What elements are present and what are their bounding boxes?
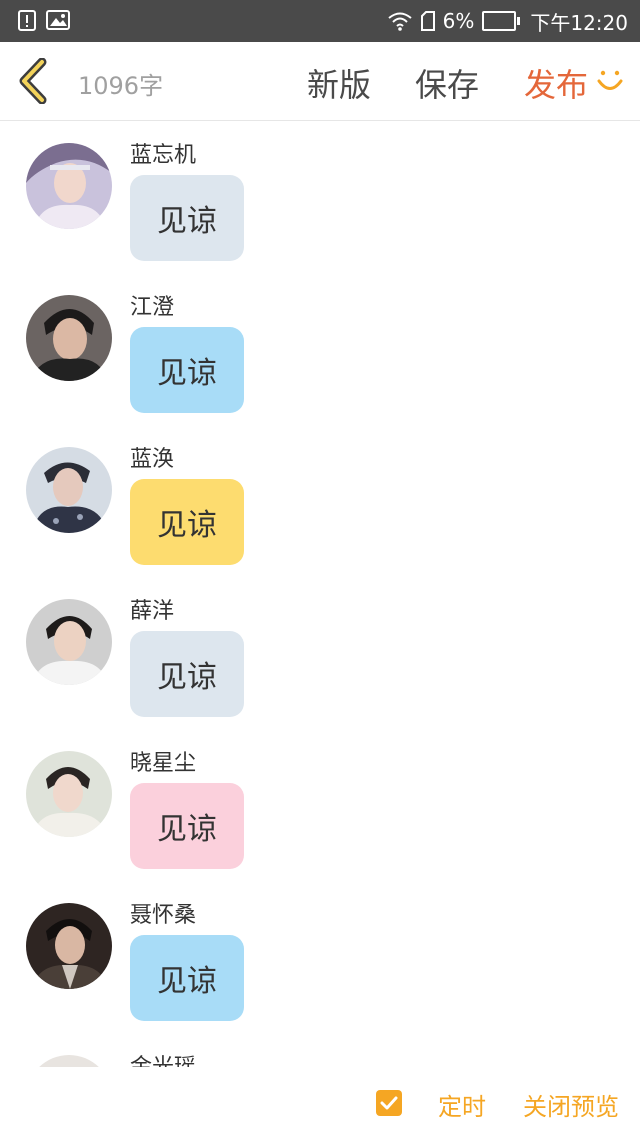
character-name: 蓝忘机 <box>130 143 197 168</box>
avatar <box>26 447 112 533</box>
chat-message: 晓星尘 见谅 <box>0 729 640 881</box>
editor-header: 1096字 新版 保存 发布 <box>0 42 640 121</box>
character-name: 金光瑶 <box>130 1049 196 1067</box>
message-bubble: 见谅 <box>130 783 244 869</box>
wifi-icon <box>387 12 412 31</box>
message-text: 见谅 <box>157 964 217 999</box>
message-bubble: 见谅 <box>130 479 244 565</box>
chat-message: 薛洋 见谅 <box>0 577 640 729</box>
word-count: 1096字 <box>78 72 164 100</box>
sim-card-icon <box>420 11 435 31</box>
character-name: 薛洋 <box>130 599 175 624</box>
clock: 下午12:20 <box>530 10 628 35</box>
back-button[interactable] <box>16 57 52 105</box>
battery-icon <box>482 11 521 31</box>
avatar <box>26 143 112 229</box>
status-bar: 6% 下午12:20 <box>0 0 640 42</box>
chat-message: 蓝涣 见谅 <box>0 425 640 577</box>
message-text: 见谅 <box>157 356 217 391</box>
publish-button[interactable]: 发布 <box>524 60 588 106</box>
message-bubble: 见谅 <box>130 631 244 717</box>
message-text: 见谅 <box>157 204 217 239</box>
timer-button[interactable]: 定时 <box>438 1087 486 1122</box>
message-text: 见谅 <box>157 660 217 695</box>
timer-checkbox[interactable] <box>376 1090 402 1116</box>
smile-icon[interactable] <box>596 68 624 96</box>
bottom-toolbar: 定时 关闭预览 <box>0 1067 640 1138</box>
image-icon <box>46 10 70 30</box>
avatar <box>26 295 112 381</box>
chevron-left-icon <box>19 57 47 105</box>
alert-icon <box>18 10 36 31</box>
character-name: 江澄 <box>130 295 175 320</box>
close-preview-button[interactable]: 关闭预览 <box>523 1087 619 1122</box>
message-text: 见谅 <box>157 812 217 847</box>
message-bubble: 见谅 <box>130 935 244 1021</box>
character-name: 聂怀桑 <box>130 903 197 928</box>
save-button[interactable]: 保存 <box>415 60 479 106</box>
chat-message: 蓝忘机 见谅 <box>0 121 640 273</box>
character-name: 蓝涣 <box>130 447 175 472</box>
battery-percent: 6% <box>442 9 475 33</box>
chat-message: 金光瑶 <box>0 1033 640 1067</box>
new-version-button[interactable]: 新版 <box>307 60 371 106</box>
checkmark-icon <box>380 1096 398 1110</box>
message-bubble: 见谅 <box>130 327 244 413</box>
avatar <box>26 599 112 685</box>
chat-message: 江澄 见谅 <box>0 273 640 425</box>
avatar <box>26 1055 112 1067</box>
chat-preview-list[interactable]: 蓝忘机 见谅 江澄 见谅 蓝涣 见谅 薛洋 见谅 晓星尘 见谅 聂怀桑 见谅 <box>0 121 640 1067</box>
avatar <box>26 751 112 837</box>
character-name: 晓星尘 <box>130 751 197 776</box>
chat-message: 聂怀桑 见谅 <box>0 881 640 1033</box>
message-bubble: 见谅 <box>130 175 244 261</box>
message-text: 见谅 <box>157 508 217 543</box>
avatar <box>26 903 112 989</box>
